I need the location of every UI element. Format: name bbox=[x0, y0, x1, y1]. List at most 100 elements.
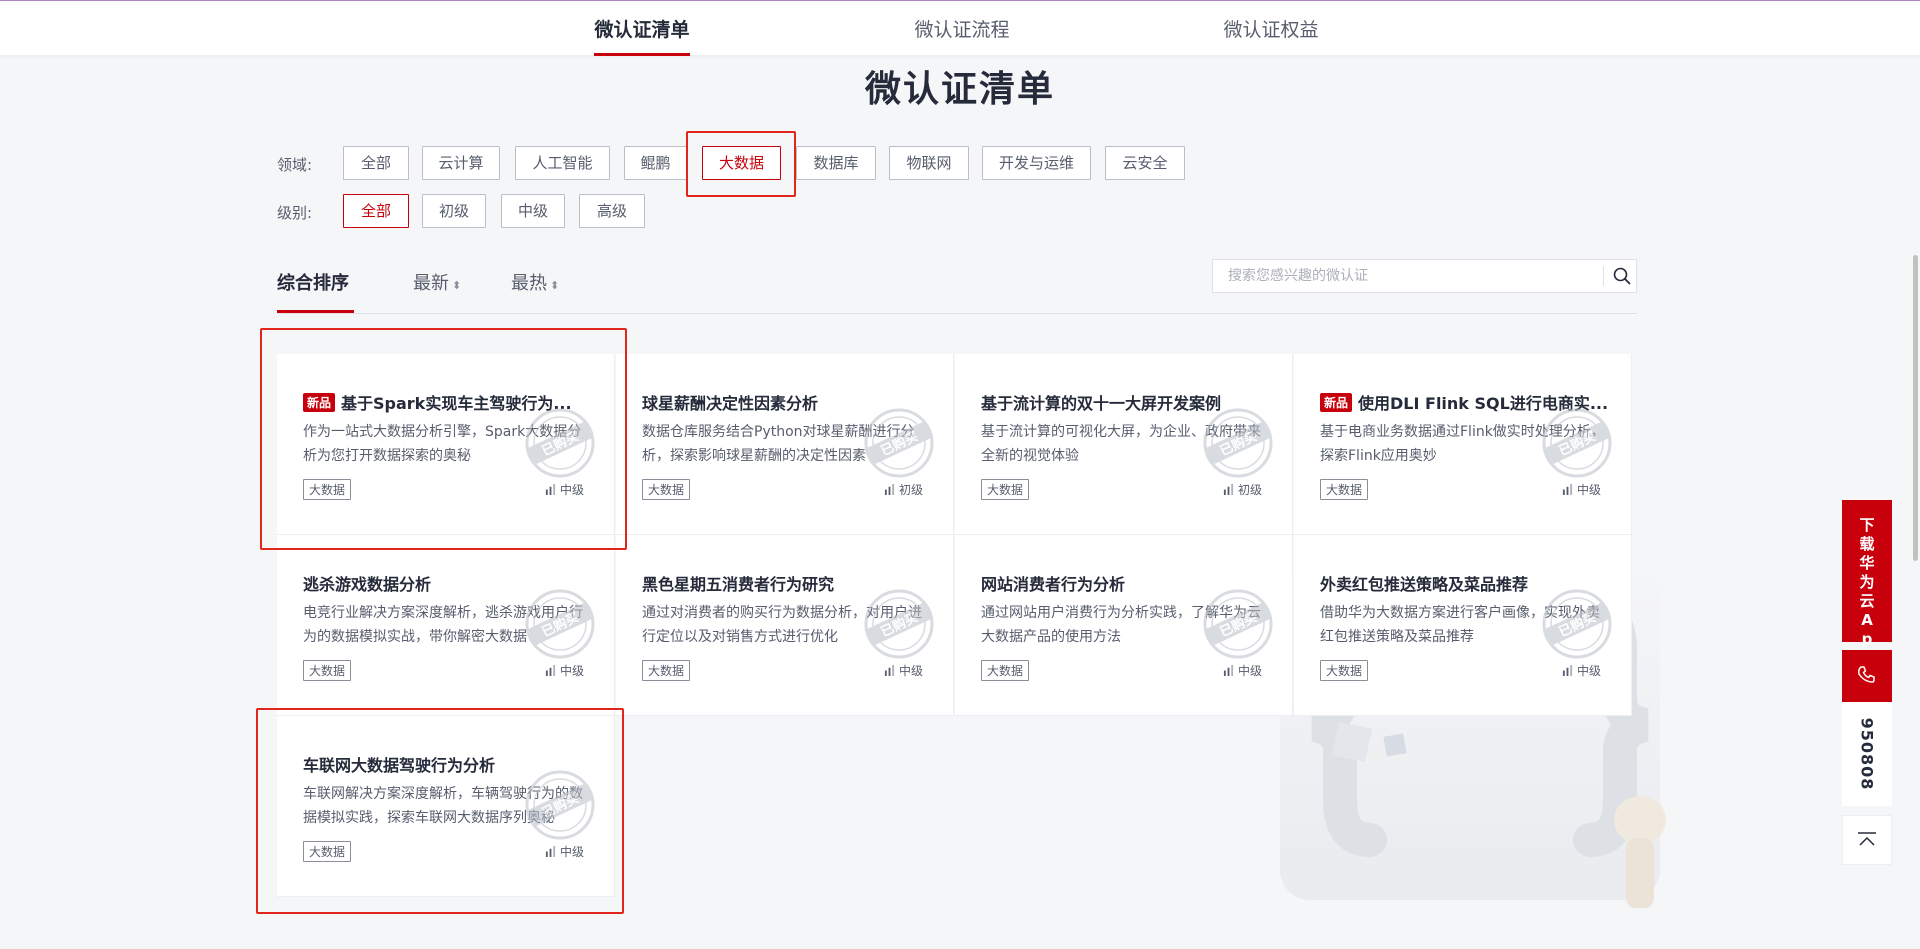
card-level-text: 中级 bbox=[1238, 664, 1263, 678]
level-bars-icon bbox=[884, 484, 895, 495]
level-chip-advanced[interactable]: 高级 bbox=[579, 194, 645, 228]
domain-chip-kunpeng[interactable]: 鲲鹏 bbox=[624, 146, 687, 180]
level-chip-all[interactable]: 全部 bbox=[343, 194, 409, 228]
certification-card[interactable]: 车联网大数据驾驶行为分析车联网解决方案深度解析，车辆驾驶行为的数据模拟实践，探索… bbox=[277, 716, 615, 897]
card-domain-tag: 大数据 bbox=[1320, 479, 1369, 500]
certification-card[interactable]: 逃杀游戏数据分析电竞行业解决方案深度解析，逃杀游戏用户行为的数据模拟实战，带你解… bbox=[277, 535, 615, 716]
card-domain-tag: 大数据 bbox=[303, 841, 352, 862]
card-description: 数据仓库服务结合Python对球星薪酬进行分析，探索影响球星薪酬的决定性因素 bbox=[642, 424, 915, 464]
level-bars-icon bbox=[1223, 484, 1234, 495]
level-bars-icon bbox=[545, 665, 556, 676]
card-title-text: 基于流计算的双十一大屏开发案例 bbox=[981, 394, 1222, 413]
sort-comprehensive[interactable]: 综合排序 bbox=[277, 269, 349, 295]
card-title-text: 球星薪酬决定性因素分析 bbox=[642, 394, 819, 413]
domain-chip-devops[interactable]: 开发与运维 bbox=[982, 146, 1091, 180]
domain-chip-cloud[interactable]: 云计算 bbox=[422, 146, 500, 180]
card-level-text: 初级 bbox=[1238, 483, 1263, 497]
card-description: 基于电商业务数据通过Flink做实时处理分析，探索Flink应用奥妙 bbox=[1320, 424, 1605, 464]
level-bars-icon bbox=[545, 484, 556, 495]
card-level-text: 中级 bbox=[1577, 664, 1602, 678]
search-box bbox=[1212, 259, 1637, 293]
sort-hottest[interactable]: 最热 ⬍ bbox=[511, 269, 559, 295]
card-description: 借助华为大数据方案进行客户画像，实现外卖红包推送策略及菜品推荐 bbox=[1320, 605, 1600, 645]
hotline-number-text: 950808 bbox=[1857, 717, 1877, 791]
level-chip-beginner[interactable]: 初级 bbox=[422, 194, 486, 228]
domain-chip-iot[interactable]: 物联网 bbox=[889, 146, 969, 180]
card-description: 通过网站用户消费行为分析实践，了解华为云大数据产品的使用方法 bbox=[981, 605, 1261, 645]
sort-arrows-icon: ⬍ bbox=[452, 279, 462, 292]
domain-chip-security[interactable]: 云安全 bbox=[1105, 146, 1185, 180]
phone-icon bbox=[1858, 666, 1875, 683]
download-app-label: 下载华为云App bbox=[1859, 516, 1875, 667]
certification-card[interactable]: 球星薪酬决定性因素分析数据仓库服务结合Python对球星薪酬进行分析，探索影响球… bbox=[616, 354, 954, 535]
card-title[interactable]: 基于流计算的双十一大屏开发案例 bbox=[981, 390, 1271, 414]
tab-process[interactable]: 微认证流程 bbox=[914, 15, 1010, 56]
card-description: 基于流计算的可视化大屏，为企业、政府带来全新的视觉体验 bbox=[981, 424, 1261, 464]
card-title[interactable]: 新品 使用DLI Flink SQL进行电商实... bbox=[1320, 390, 1610, 414]
card-level-text: 中级 bbox=[1577, 483, 1602, 497]
certification-card[interactable]: 网站消费者行为分析 通过网站用户消费行为分析实践，了解华为云大数据产品的使用方法大… bbox=[955, 535, 1293, 716]
search-input[interactable] bbox=[1213, 260, 1603, 292]
back-to-top-button[interactable] bbox=[1842, 815, 1892, 865]
card-title-text: 逃杀游戏数据分析 bbox=[303, 575, 432, 594]
certification-card[interactable]: 黑色星期五消费者行为研究通过对消费者的购买行为数据分析，对用户进行定位以及对销售… bbox=[616, 535, 954, 716]
certification-card[interactable]: 新品 基于Spark实现车主驾驶行为... 作为一站式大数据分析引擎，Spark大数… bbox=[277, 354, 615, 535]
scrollbar-thumb[interactable] bbox=[1913, 255, 1918, 561]
card-level-text: 中级 bbox=[560, 845, 585, 859]
level-bars-icon bbox=[1562, 484, 1573, 495]
card-title[interactable]: 球星薪酬决定性因素分析 bbox=[642, 390, 932, 414]
card-title[interactable]: 黑色星期五消费者行为研究 bbox=[642, 571, 932, 595]
top-tab-bar: 微认证清单 微认证流程 微认证权益 bbox=[0, 0, 1920, 56]
search-separator bbox=[1603, 266, 1604, 286]
card-level: 中级 bbox=[884, 662, 923, 679]
certification-card[interactable]: 外卖红包推送策略及菜品推荐借助华为大数据方案进行客户画像，实现外卖红包推送策略及… bbox=[1294, 535, 1632, 716]
card-level: 中级 bbox=[1223, 662, 1262, 679]
level-chip-intermediate[interactable]: 中级 bbox=[501, 194, 565, 228]
card-description: 通过对消费者的购买行为数据分析，对用户进行定位以及对销售方式进行优化 bbox=[642, 605, 922, 645]
card-description: 电竞行业解决方案深度解析，逃杀游戏用户行为的数据模拟实战，带你解密大数据 bbox=[303, 605, 583, 645]
card-domain-tag: 大数据 bbox=[642, 479, 691, 500]
domain-chip-database[interactable]: 数据库 bbox=[796, 146, 876, 180]
card-title[interactable]: 外卖红包推送策略及菜品推荐 bbox=[1320, 571, 1610, 595]
card-title[interactable]: 车联网大数据驾驶行为分析 bbox=[303, 752, 593, 776]
certification-card[interactable]: 新品 使用DLI Flink SQL进行电商实... 基于电商业务数据通过Flink… bbox=[1294, 354, 1632, 535]
phone-button[interactable] bbox=[1842, 650, 1892, 702]
card-level: 中级 bbox=[1562, 662, 1601, 679]
card-title[interactable]: 网站消费者行为分析 bbox=[981, 571, 1271, 595]
tab-list[interactable]: 微认证清单 bbox=[594, 15, 690, 56]
card-title-text: 黑色星期五消费者行为研究 bbox=[642, 575, 835, 594]
card-level-text: 中级 bbox=[560, 483, 585, 497]
sort-active-underline bbox=[277, 310, 354, 313]
card-level: 初级 bbox=[884, 481, 923, 498]
card-title[interactable]: 新品 基于Spark实现车主驾驶行为... bbox=[303, 390, 593, 414]
card-title-text: 基于Spark实现车主驾驶行为... bbox=[341, 394, 572, 413]
certification-card[interactable]: 基于流计算的双十一大屏开发案例基于流计算的可视化大屏，为企业、政府带来全新的视觉… bbox=[955, 354, 1293, 535]
sort-comprehensive-label: 综合排序 bbox=[277, 273, 349, 294]
search-icon[interactable] bbox=[1612, 266, 1632, 286]
card-level: 初级 bbox=[1223, 481, 1262, 498]
sort-arrows-icon: ⬍ bbox=[550, 279, 560, 292]
sort-divider bbox=[277, 313, 1637, 314]
domain-filter-label: 领域: bbox=[277, 156, 313, 174]
card-description: 车联网解决方案深度解析，车辆驾驶行为的数据模拟实践，探索车联网大数据序列奥秘 bbox=[303, 786, 583, 826]
download-app-button[interactable]: 下载华为云App bbox=[1842, 500, 1892, 667]
hotline-number: 950808 bbox=[1842, 702, 1892, 806]
new-badge: 新品 bbox=[1320, 393, 1353, 412]
sort-newest-label: 最新 bbox=[413, 273, 449, 294]
card-domain-tag: 大数据 bbox=[303, 660, 352, 681]
card-domain-tag: 大数据 bbox=[303, 479, 352, 500]
domain-chip-all[interactable]: 全部 bbox=[343, 146, 409, 180]
card-title-text: 车联网大数据驾驶行为分析 bbox=[303, 756, 496, 775]
sort-newest[interactable]: 最新 ⬍ bbox=[413, 269, 461, 295]
domain-chip-bigdata[interactable]: 大数据 bbox=[702, 146, 781, 180]
card-title[interactable]: 逃杀游戏数据分析 bbox=[303, 571, 593, 595]
page-title: 微认证清单 bbox=[864, 69, 1055, 110]
card-level-text: 初级 bbox=[899, 483, 924, 497]
level-bars-icon bbox=[1223, 665, 1234, 676]
domain-chip-ai[interactable]: 人工智能 bbox=[515, 146, 610, 180]
sort-hottest-label: 最热 bbox=[511, 273, 547, 294]
level-bars-icon bbox=[545, 846, 556, 857]
card-domain-tag: 大数据 bbox=[981, 479, 1030, 500]
card-domain-tag: 大数据 bbox=[642, 660, 691, 681]
tab-benefits[interactable]: 微认证权益 bbox=[1223, 15, 1319, 56]
